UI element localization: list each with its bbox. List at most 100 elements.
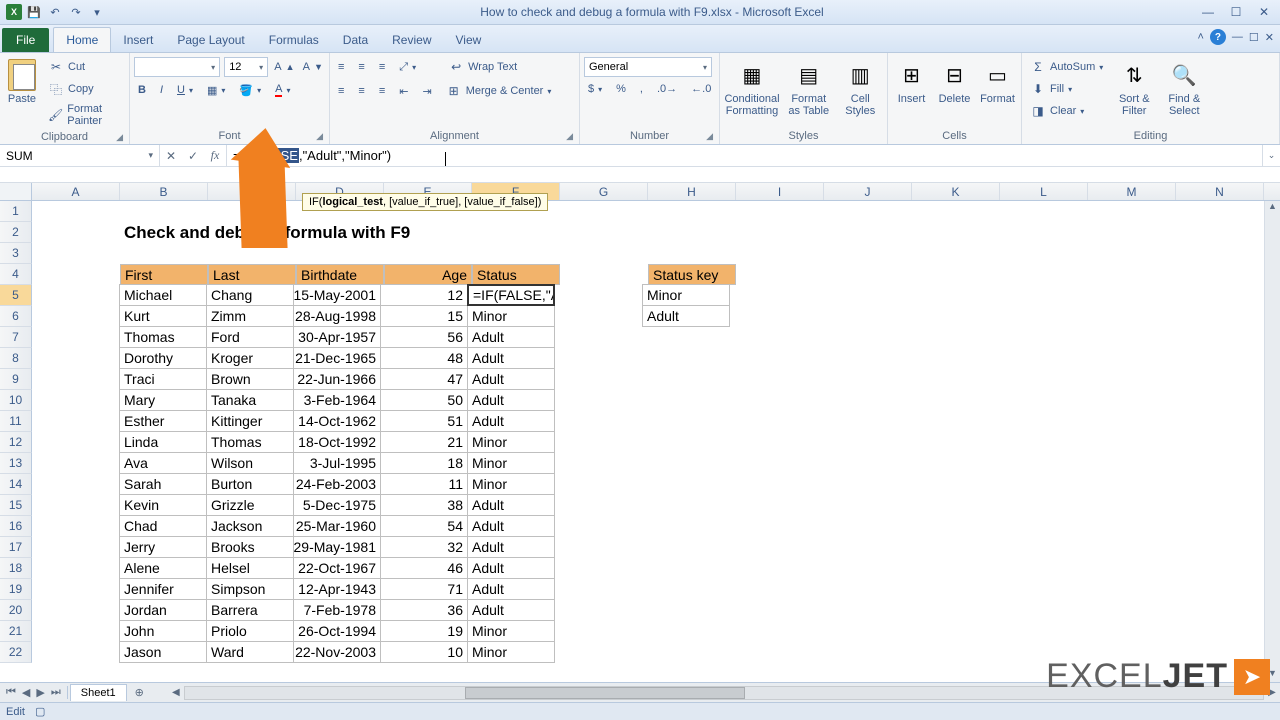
cell[interactable] — [819, 411, 907, 432]
cell[interactable] — [995, 516, 1083, 537]
cell[interactable]: 38 — [380, 494, 468, 516]
cell[interactable] — [1000, 201, 1088, 222]
cell[interactable] — [555, 474, 643, 495]
font-family-select[interactable]: ▾ — [134, 57, 220, 77]
cell[interactable] — [1082, 306, 1170, 327]
cell[interactable] — [912, 243, 1000, 264]
cell[interactable]: Ava — [119, 452, 207, 474]
cell[interactable]: Wilson — [206, 452, 294, 474]
cell[interactable]: Birthdate — [296, 264, 384, 285]
cell[interactable] — [32, 495, 120, 516]
cell[interactable]: 3-Feb-1964 — [293, 389, 381, 411]
cell[interactable]: 15 — [380, 305, 468, 327]
cell[interactable]: 36 — [380, 599, 468, 621]
cell[interactable]: Minor — [642, 284, 730, 306]
orientation-button[interactable]: ⤢▾ — [395, 59, 420, 76]
cell-styles-button[interactable]: ▥Cell Styles — [837, 57, 883, 119]
cell[interactable] — [1184, 222, 1272, 243]
column-header[interactable]: B — [120, 183, 208, 200]
cell[interactable]: Minor — [467, 641, 555, 663]
cell[interactable]: Age — [384, 264, 472, 285]
grow-font-button[interactable]: A▲ — [272, 57, 296, 77]
function-tooltip[interactable]: IF(logical_test, [value_if_true], [value… — [302, 193, 548, 211]
row-header[interactable]: 7 — [0, 327, 32, 348]
cell[interactable]: 26-Oct-1994 — [293, 620, 381, 642]
cell[interactable] — [1083, 558, 1171, 579]
cell[interactable]: 11 — [380, 473, 468, 495]
conditional-formatting-button[interactable]: ▦Conditional Formatting — [724, 57, 780, 119]
cell[interactable] — [1176, 201, 1264, 222]
cell[interactable] — [907, 495, 995, 516]
column-header[interactable]: H — [648, 183, 736, 200]
cell[interactable] — [731, 327, 819, 348]
cell[interactable] — [1170, 306, 1258, 327]
expand-formula-bar-button[interactable]: ⌄ — [1262, 145, 1280, 166]
cell[interactable] — [32, 642, 120, 663]
cell[interactable] — [1170, 285, 1258, 306]
row-header[interactable]: 6 — [0, 306, 32, 327]
cell[interactable]: 54 — [380, 515, 468, 537]
cell[interactable] — [555, 348, 643, 369]
cell[interactable] — [1083, 432, 1171, 453]
cell[interactable]: 32 — [380, 536, 468, 558]
cell[interactable]: 46 — [380, 557, 468, 579]
cell[interactable] — [731, 558, 819, 579]
cell[interactable]: 21-Dec-1965 — [293, 347, 381, 369]
cell[interactable] — [907, 579, 995, 600]
cell[interactable] — [912, 264, 1000, 285]
bold-button[interactable]: B — [134, 81, 150, 99]
select-all-button[interactable] — [0, 183, 32, 200]
cell[interactable]: Adult — [467, 494, 555, 516]
cell[interactable] — [731, 348, 819, 369]
cell[interactable] — [819, 516, 907, 537]
delete-cells-button[interactable]: ⊟Delete — [935, 57, 974, 107]
insert-function-button[interactable]: fx — [204, 148, 226, 163]
cell[interactable]: Michael — [119, 284, 207, 306]
cell[interactable]: Zimm — [206, 305, 294, 327]
cell[interactable]: Brooks — [206, 536, 294, 558]
cell[interactable] — [1000, 264, 1088, 285]
cell[interactable]: 18 — [380, 452, 468, 474]
cell[interactable] — [995, 411, 1083, 432]
cell[interactable] — [555, 558, 643, 579]
redo-icon[interactable]: ↷ — [67, 3, 85, 21]
cell[interactable] — [1171, 411, 1259, 432]
cell[interactable] — [643, 453, 731, 474]
cell[interactable]: Alene — [119, 557, 207, 579]
cell[interactable] — [1083, 537, 1171, 558]
fill-color-button[interactable]: 🪣▾ — [235, 81, 265, 99]
currency-button[interactable]: $▾ — [584, 81, 606, 97]
cell[interactable] — [384, 243, 472, 264]
cell[interactable] — [1000, 243, 1088, 264]
cell[interactable] — [819, 474, 907, 495]
cell[interactable] — [555, 537, 643, 558]
cell[interactable] — [656, 222, 744, 243]
cell[interactable] — [994, 306, 1082, 327]
cell[interactable]: Priolo — [206, 620, 294, 642]
cell[interactable] — [819, 390, 907, 411]
column-header[interactable]: K — [912, 183, 1000, 200]
cell[interactable] — [32, 390, 120, 411]
cell[interactable]: 22-Jun-1966 — [293, 368, 381, 390]
cell[interactable] — [643, 642, 731, 663]
cell[interactable] — [731, 411, 819, 432]
align-middle-button[interactable]: ≡ — [354, 59, 368, 75]
cell[interactable] — [1008, 222, 1096, 243]
cell[interactable] — [555, 495, 643, 516]
cell[interactable] — [731, 390, 819, 411]
cell[interactable]: 30-Apr-1957 — [293, 326, 381, 348]
cell[interactable] — [731, 453, 819, 474]
cell[interactable]: Dorothy — [119, 347, 207, 369]
cell[interactable] — [1088, 243, 1176, 264]
cell[interactable] — [1083, 600, 1171, 621]
sort-filter-button[interactable]: ⇅Sort & Filter — [1111, 57, 1157, 119]
cell[interactable]: First — [120, 264, 208, 285]
cell[interactable] — [819, 600, 907, 621]
cell[interactable]: 21 — [380, 431, 468, 453]
row-header[interactable]: 5 — [0, 285, 32, 306]
cell[interactable] — [643, 327, 731, 348]
cell[interactable]: 71 — [380, 578, 468, 600]
cell[interactable] — [32, 243, 120, 264]
cell[interactable] — [643, 369, 731, 390]
cell[interactable] — [832, 222, 920, 243]
